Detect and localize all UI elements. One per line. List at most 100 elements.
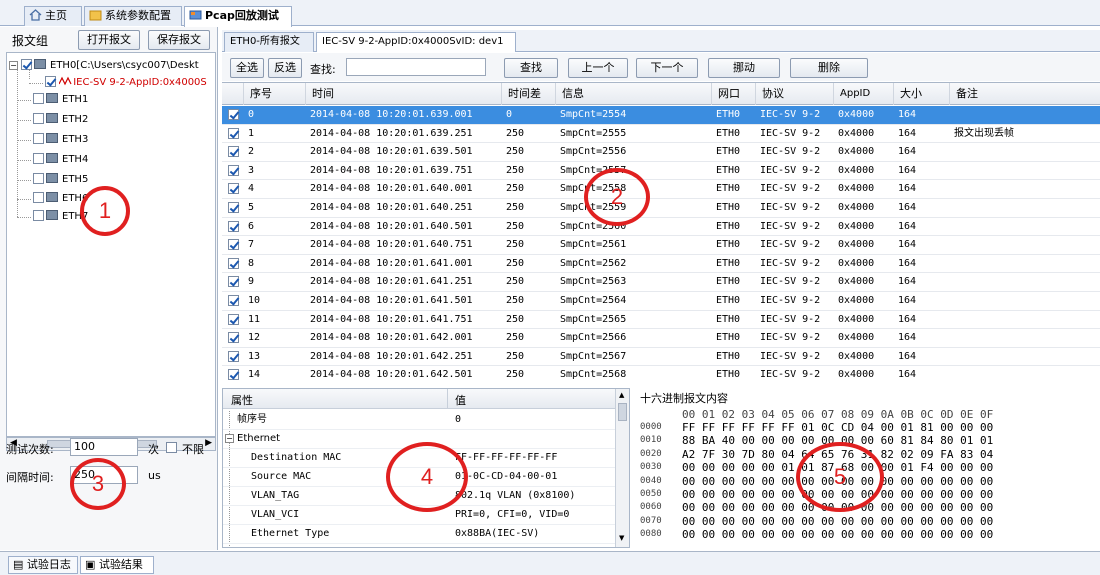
- tree-item-eth2[interactable]: ETH2: [33, 111, 88, 129]
- tree-item-eth3[interactable]: ETH3: [33, 131, 88, 149]
- column-header[interactable]: 备注: [950, 83, 1100, 105]
- table-row[interactable]: 9 2014-04-08 10:20:01.641.251 250 SmpCnt=25…: [222, 273, 1100, 292]
- select-all-button[interactable]: 全选: [230, 58, 264, 78]
- result-icon: ▣: [85, 558, 99, 571]
- table-row[interactable]: 6 2014-04-08 10:20:01.640.501 250 SmpCnt=25…: [222, 218, 1100, 237]
- test-count-input[interactable]: 100: [70, 438, 138, 456]
- tab-pcap-replay[interactable]: Pcap回放测试: [184, 6, 292, 27]
- table-cell: 2014-04-08 10:20:01.642.501: [310, 369, 473, 381]
- column-header[interactable]: 序号: [244, 83, 306, 105]
- tab-system-params[interactable]: 系统参数配置: [84, 6, 182, 26]
- hex-bytes[interactable]: 00 00 00 00 00 00 00 00 00 00 00 00 00 0…: [682, 529, 993, 540]
- table-row[interactable]: 3 2014-04-08 10:20:01.639.751 250 SmpCnt=25…: [222, 162, 1100, 181]
- table-cell: 2014-04-08 10:20:01.642.001: [310, 332, 473, 344]
- column-header[interactable]: 大小: [894, 83, 950, 105]
- property-row[interactable]: Ethernet Type 0x88BA(IEC-SV): [223, 525, 615, 544]
- table-row[interactable]: 8 2014-04-08 10:20:01.641.001 250 SmpCnt=25…: [222, 255, 1100, 274]
- tree-item-iec-sv[interactable]: IEC-SV 9-2-AppID:0x4000S: [45, 74, 207, 92]
- tree-item-eth1[interactable]: ETH1: [33, 91, 88, 109]
- row-checkbox[interactable]: [228, 202, 239, 213]
- table-row[interactable]: 10 2014-04-08 10:20:01.641.501 250 SmpCnt=2…: [222, 292, 1100, 311]
- hex-bytes[interactable]: 00 00 00 00 00 00 00 00 00 00 00 00 00 0…: [682, 516, 993, 527]
- tree-item-eth0[interactable]: − ETH0[C:\Users\csyc007\Deskt: [9, 57, 199, 75]
- move-button[interactable]: 挪动: [708, 58, 780, 78]
- table-row[interactable]: 0 2014-04-08 10:20:01.639.001 0 SmpCnt=2554…: [222, 106, 1100, 125]
- row-checkbox[interactable]: [228, 257, 239, 269]
- scroll-down-icon[interactable]: ▼: [619, 534, 624, 542]
- table-row[interactable]: 12 2014-04-08 10:20:01.642.001 250 SmpCnt=2…: [222, 329, 1100, 348]
- annotation-4: 4: [386, 442, 468, 512]
- collapse-icon[interactable]: −: [225, 434, 234, 443]
- tree-item-label: ETH0[C:\Users\csyc007\Deskt: [50, 60, 199, 71]
- checkbox-eth5[interactable]: [33, 173, 44, 184]
- checkbox-eth7[interactable]: [33, 210, 44, 221]
- checkbox-eth6[interactable]: [33, 192, 44, 203]
- save-packet-button[interactable]: 保存报文: [148, 30, 210, 50]
- table-row[interactable]: 14 2014-04-08 10:20:01.642.501 250 SmpCnt=2…: [222, 366, 1100, 382]
- table-row[interactable]: 13 2014-04-08 10:20:01.642.251 250 SmpCnt=2…: [222, 348, 1100, 367]
- table-row[interactable]: 1 2014-04-08 10:20:01.639.251 250 SmpCnt=25…: [222, 125, 1100, 144]
- row-checkbox[interactable]: [228, 183, 239, 195]
- table-row[interactable]: 4 2014-04-08 10:20:01.640.001 250 SmpCnt=25…: [222, 180, 1100, 199]
- tab-test-result[interactable]: ▣ 试验结果: [80, 556, 154, 574]
- row-checkbox[interactable]: [228, 127, 239, 139]
- checkbox-eth2[interactable]: [33, 113, 44, 124]
- row-checkbox[interactable]: [228, 164, 239, 176]
- property-row[interactable]: 帧序号 0: [223, 411, 615, 430]
- delete-button[interactable]: 删除: [790, 58, 868, 78]
- table-cell: 164: [898, 164, 917, 176]
- table-cell: 2014-04-08 10:20:01.641.501: [310, 295, 473, 306]
- table-cell: 2014-04-08 10:20:01.641.751: [310, 313, 473, 325]
- scroll-up-icon[interactable]: ▲: [619, 391, 624, 399]
- column-header[interactable]: AppID: [834, 83, 894, 105]
- tab-home[interactable]: 主页: [24, 6, 82, 26]
- collapse-icon[interactable]: −: [9, 61, 18, 70]
- previous-button[interactable]: 上一个: [568, 58, 628, 78]
- column-header[interactable]: 时间差: [502, 83, 556, 105]
- scroll-right-icon[interactable]: ▶: [205, 438, 212, 448]
- checkbox-iec-sv[interactable]: [45, 76, 56, 87]
- row-checkbox[interactable]: [228, 220, 239, 232]
- table-cell: 164: [898, 257, 917, 269]
- table-row[interactable]: 11 2014-04-08 10:20:01.641.751 250 SmpCnt=2…: [222, 311, 1100, 330]
- tree-item-eth4[interactable]: ETH4: [33, 151, 88, 169]
- row-checkbox[interactable]: [228, 295, 239, 306]
- row-checkbox[interactable]: [228, 332, 239, 344]
- checkbox-eth3[interactable]: [33, 133, 44, 144]
- search-input[interactable]: [346, 58, 486, 76]
- column-header[interactable]: 信息: [556, 83, 712, 105]
- invert-selection-button[interactable]: 反选: [268, 58, 302, 78]
- next-button[interactable]: 下一个: [636, 58, 698, 78]
- row-checkbox[interactable]: [228, 369, 239, 381]
- table-row[interactable]: 5 2014-04-08 10:20:01.640.251 250 SmpCnt=25…: [222, 199, 1100, 218]
- table-row[interactable]: 2 2014-04-08 10:20:01.639.501 250 SmpCnt=25…: [222, 143, 1100, 162]
- row-checkbox[interactable]: [228, 109, 239, 120]
- find-button[interactable]: 查找: [504, 58, 558, 78]
- column-header[interactable]: 时间: [306, 83, 502, 105]
- tab-test-log[interactable]: ▤ 试验日志: [8, 556, 78, 574]
- properties-scrollbar[interactable]: ▲ ▼: [615, 389, 629, 547]
- column-header[interactable]: 网口: [712, 83, 756, 105]
- table-cell: 250: [506, 295, 525, 306]
- unlimited-checkbox[interactable]: [166, 442, 177, 453]
- tab-iec-sv-stream[interactable]: IEC-SV 9-2-AppID:0x4000SvID: dev1: [316, 32, 516, 52]
- open-packet-button[interactable]: 打开报文: [78, 30, 140, 50]
- property-name: VLAN_VCI: [251, 509, 300, 520]
- table-cell: ETH0: [716, 202, 741, 213]
- scroll-thumb[interactable]: [618, 403, 627, 421]
- column-header[interactable]: 协议: [756, 83, 834, 105]
- row-checkbox[interactable]: [228, 146, 239, 158]
- row-checkbox[interactable]: [228, 276, 239, 288]
- table-row[interactable]: 7 2014-04-08 10:20:01.640.751 250 SmpCnt=25…: [222, 236, 1100, 255]
- row-checkbox[interactable]: [228, 350, 239, 362]
- row-checkbox[interactable]: [228, 239, 239, 251]
- tree-item-eth5[interactable]: ETH5: [33, 171, 88, 189]
- hex-view-title: 十六进制报文内容: [640, 392, 728, 405]
- tab-all-packets[interactable]: ETH0-所有报文: [224, 32, 314, 52]
- checkbox-eth4[interactable]: [33, 153, 44, 164]
- row-checkbox[interactable]: [228, 313, 239, 325]
- hex-bytes[interactable]: FF FF FF FF FF FF 01 0C CD 04 00 01 81 0…: [682, 422, 993, 433]
- checkbox-eth1[interactable]: [33, 93, 44, 104]
- hex-address: 0010: [640, 435, 662, 446]
- checkbox-eth0[interactable]: [21, 59, 32, 70]
